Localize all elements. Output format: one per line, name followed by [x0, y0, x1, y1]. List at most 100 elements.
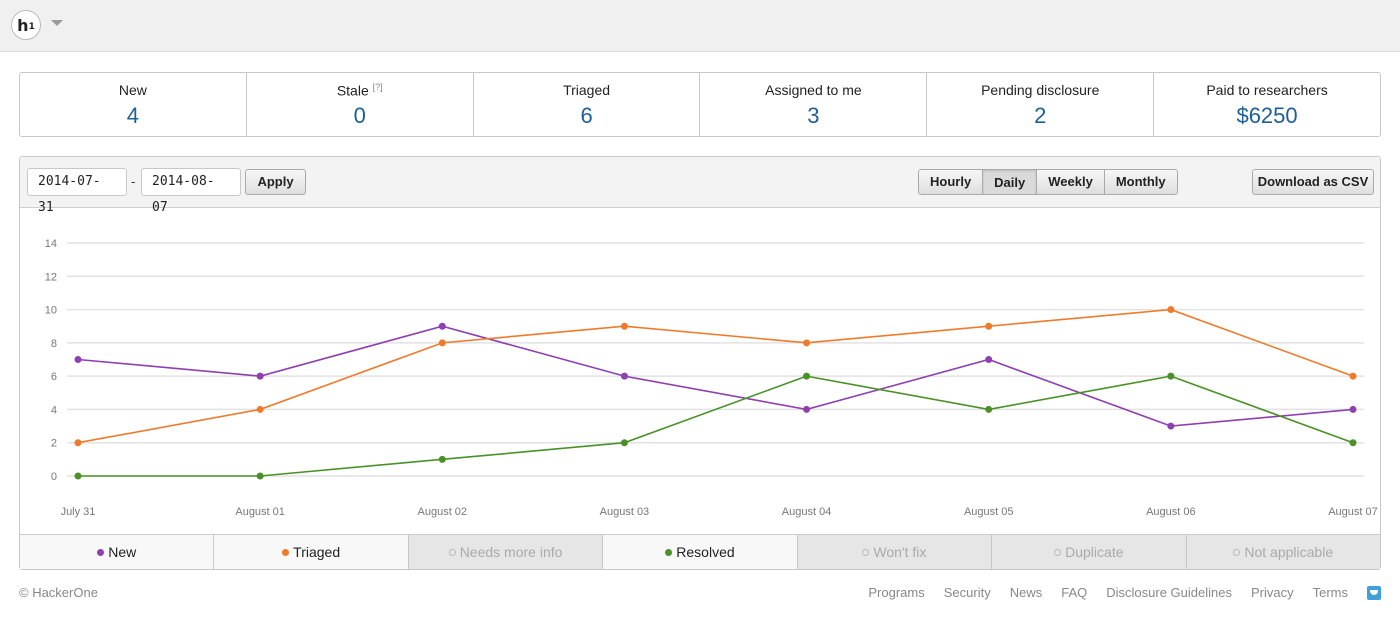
- footer-link-programs[interactable]: Programs: [868, 585, 924, 600]
- legend-label: Needs more info: [459, 544, 563, 560]
- stat-value: $6250: [1236, 103, 1298, 128]
- stat-value: 0: [353, 103, 366, 128]
- legend-label: Won't fix: [873, 544, 927, 560]
- y-tick-label: 4: [51, 404, 57, 416]
- chart-legend: New Triaged Needs more info Resolved Won…: [20, 534, 1380, 569]
- interval-selector: Hourly Daily Weekly Monthly: [918, 169, 1178, 195]
- stat-stale[interactable]: Stale [?] 0: [247, 73, 474, 136]
- footer-link-security[interactable]: Security: [944, 585, 991, 600]
- stat-label: Pending disclosure: [981, 82, 1100, 98]
- legend-item-new[interactable]: New: [20, 535, 215, 569]
- data-point-new: [256, 372, 264, 380]
- data-point-new: [438, 322, 446, 330]
- caret-down-icon[interactable]: [51, 20, 63, 26]
- data-point-resolved: [74, 472, 82, 480]
- stat-value: 2: [1034, 103, 1047, 128]
- data-point-resolved: [985, 405, 993, 413]
- apply-button[interactable]: Apply: [245, 169, 306, 195]
- data-point-resolved: [803, 372, 811, 380]
- data-point-new: [620, 372, 628, 380]
- x-tick-label: August 03: [600, 506, 650, 518]
- copyright: © HackerOne: [19, 585, 98, 600]
- stats-bar: New 4 Stale [?] 0 Triaged 6 Assigned to …: [19, 72, 1381, 137]
- data-point-triaged: [985, 322, 993, 330]
- legend-label: Not applicable: [1244, 544, 1334, 560]
- data-point-resolved: [1349, 439, 1357, 447]
- legend-dot-icon: [665, 549, 673, 556]
- stat-label: Paid to researchers: [1206, 82, 1328, 98]
- end-date-input[interactable]: 2014-08-07: [141, 168, 241, 215]
- help-icon[interactable]: [?]: [373, 82, 383, 92]
- chart-panel: 2014-07-31 - 2014-08-07 Apply Hourly Dai…: [19, 156, 1381, 570]
- chart-toolbar: 2014-07-31 - 2014-08-07 Apply Hourly Dai…: [20, 157, 1380, 215]
- x-tick-label: July 31: [61, 506, 96, 518]
- legend-item-needs-more-info[interactable]: Needs more info: [408, 535, 604, 569]
- stat-pending-disclosure[interactable]: Pending disclosure 2: [927, 73, 1155, 136]
- chart-svg: 0 2 4 6 8 10 12 14 July 31 August 01 August 02 Augu…: [45, 238, 1378, 518]
- y-tick-label: 14: [45, 238, 57, 250]
- stat-label: Assigned to me: [765, 82, 862, 98]
- legend-dot-icon: [1233, 549, 1241, 556]
- stat-label: Stale: [336, 82, 369, 99]
- footer-link-terms[interactable]: Terms: [1313, 585, 1348, 600]
- stat-paid-to-researchers[interactable]: Paid to researchers $6250: [1154, 73, 1380, 136]
- data-point-new: [985, 356, 993, 363]
- stat-label: Triaged: [563, 82, 611, 98]
- legend-item-duplicate[interactable]: Duplicate: [992, 535, 1187, 569]
- legend-item-wont-fix[interactable]: Won't fix: [797, 535, 993, 569]
- data-point-new: [74, 356, 82, 363]
- interval-daily-button[interactable]: Daily: [983, 170, 1038, 194]
- stat-value: 6: [580, 103, 593, 128]
- twitter-icon[interactable]: [1367, 585, 1381, 600]
- series-line-resolved: [78, 375, 1354, 477]
- y-tick-label: 6: [51, 371, 57, 383]
- y-tick-label: 12: [45, 271, 57, 283]
- interval-monthly-button[interactable]: Monthly: [1104, 170, 1177, 194]
- legend-dot-icon: [1054, 549, 1062, 556]
- footer-links: Programs Security News FAQ Disclosure Gu…: [849, 585, 1381, 600]
- legend-label: New: [108, 544, 137, 560]
- date-separator: -: [131, 174, 136, 189]
- x-tick-label: August 06: [1146, 506, 1196, 518]
- legend-label: Duplicate: [1065, 544, 1124, 560]
- y-tick-label: 8: [51, 338, 57, 350]
- start-date-input[interactable]: 2014-07-31: [27, 168, 127, 215]
- data-point-triaged: [438, 339, 446, 347]
- legend-dot-icon: [862, 549, 870, 556]
- logo-text: h: [17, 15, 29, 35]
- legend-label: Triaged: [293, 544, 341, 560]
- data-point-new: [1167, 422, 1175, 430]
- stat-new[interactable]: New 4: [20, 73, 247, 136]
- footer-link-disclosure-guidelines[interactable]: Disclosure Guidelines: [1106, 585, 1232, 600]
- data-point-new: [803, 405, 811, 413]
- legend-item-triaged[interactable]: Triaged: [214, 535, 409, 569]
- line-chart: 0 2 4 6 8 10 12 14 July 31 August 01 August 02 Augu…: [20, 209, 1380, 534]
- legend-item-resolved[interactable]: Resolved: [603, 535, 798, 569]
- stat-value: 4: [126, 103, 140, 128]
- top-bar: h1: [0, 0, 1400, 52]
- footer-link-news[interactable]: News: [1010, 585, 1043, 600]
- interval-weekly-button[interactable]: Weekly: [1037, 170, 1105, 194]
- stat-triaged[interactable]: Triaged 6: [474, 73, 701, 136]
- stat-assigned-to-me[interactable]: Assigned to me 3: [700, 73, 928, 136]
- data-point-triaged: [74, 439, 82, 447]
- data-point-resolved: [1167, 372, 1175, 380]
- data-point-triaged: [1349, 372, 1357, 380]
- legend-item-not-applicable[interactable]: Not applicable: [1186, 535, 1380, 569]
- hackerone-logo-icon[interactable]: h1: [11, 10, 41, 40]
- data-point-resolved: [256, 472, 264, 480]
- footer-link-faq[interactable]: FAQ: [1061, 585, 1087, 600]
- x-tick-label: August 07: [1328, 506, 1378, 518]
- interval-hourly-button[interactable]: Hourly: [919, 170, 984, 194]
- data-point-resolved: [620, 439, 628, 447]
- y-tick-label: 10: [45, 305, 57, 317]
- legend-dot-icon: [97, 549, 105, 556]
- data-point-new: [1349, 405, 1357, 413]
- data-point-triaged: [620, 322, 628, 330]
- stat-value: 3: [807, 103, 820, 128]
- download-csv-button[interactable]: Download as CSV: [1252, 169, 1374, 195]
- x-tick-label: August 02: [418, 506, 468, 518]
- footer-link-privacy[interactable]: Privacy: [1251, 585, 1294, 600]
- data-point-resolved: [438, 455, 446, 463]
- x-tick-label: August 04: [782, 506, 832, 518]
